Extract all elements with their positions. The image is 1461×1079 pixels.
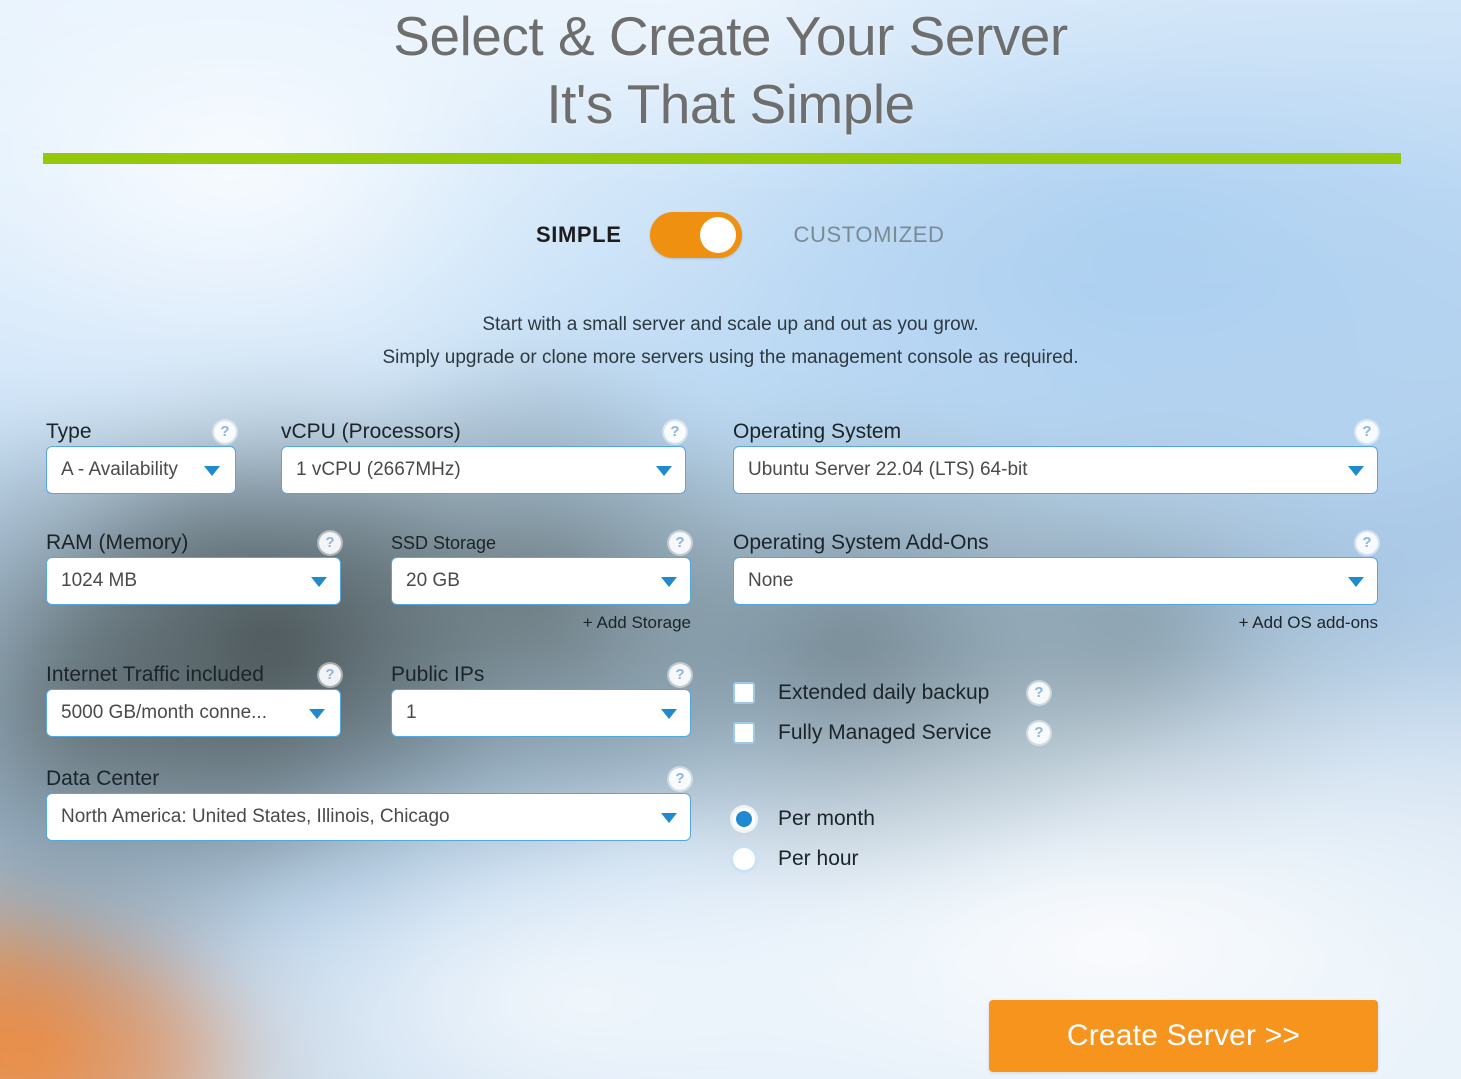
chevron-down-icon bbox=[661, 813, 677, 823]
chevron-down-icon bbox=[311, 577, 327, 587]
help-icon-fully-managed-service[interactable]: ? bbox=[1028, 722, 1050, 744]
radio-row-per-hour[interactable]: Per hour bbox=[733, 839, 1378, 879]
vcpu-select-value: 1 vCPU (2667MHz) bbox=[296, 459, 461, 480]
help-icon-ssd-storage[interactable]: ? bbox=[669, 532, 691, 554]
radio-label-per-hour: Per hour bbox=[778, 847, 859, 870]
field-operating-system: Operating System ? Ubuntu Server 22.04 (… bbox=[733, 418, 1378, 494]
intro-line-1: Start with a small server and scale up a… bbox=[482, 314, 979, 335]
intro-text: Start with a small server and scale up a… bbox=[0, 308, 1461, 374]
vcpu-select[interactable]: 1 vCPU (2667MHz) bbox=[281, 446, 686, 494]
radio-label-per-month: Per month bbox=[778, 807, 875, 830]
checkbox-row-extended-daily-backup[interactable]: Extended daily backup ? bbox=[733, 673, 1378, 713]
help-icon-os-addons[interactable]: ? bbox=[1356, 532, 1378, 554]
chevron-down-icon bbox=[656, 466, 672, 476]
mode-toggle-row: SIMPLE CUSTOMIZED bbox=[0, 212, 1461, 258]
page-content: Select & Create Your Server It's That Si… bbox=[0, 0, 1461, 1079]
form-row-traffic-ips: Internet Traffic included ? 5000 GB/mont… bbox=[46, 661, 691, 737]
mode-toggle-knob bbox=[699, 217, 736, 253]
server-config-form: Type ? A - Availability vCPU (Processors… bbox=[0, 418, 1461, 938]
chevron-down-icon bbox=[661, 577, 677, 587]
field-data-center: Data Center ? North America: United Stat… bbox=[46, 765, 691, 841]
radio-row-per-month[interactable]: Per month bbox=[733, 799, 1378, 839]
mode-label-customized[interactable]: CUSTOMIZED bbox=[742, 222, 1002, 248]
checkbox-extended-daily-backup[interactable] bbox=[733, 682, 755, 704]
field-type: Type ? A - Availability bbox=[46, 418, 236, 494]
internet-traffic-select-value: 5000 GB/month conne... bbox=[61, 702, 267, 723]
form-column-right: Operating System ? Ubuntu Server 22.04 (… bbox=[733, 418, 1378, 879]
intro-line-2: Simply upgrade or clone more servers usi… bbox=[382, 347, 1079, 368]
field-os-addons-label: Operating System Add-Ons bbox=[733, 531, 989, 554]
form-column-left: Type ? A - Availability vCPU (Processors… bbox=[46, 418, 691, 841]
radio-per-hour[interactable] bbox=[733, 848, 755, 870]
form-row-ram-ssd: RAM (Memory) ? 1024 MB SSD Storage ? 20 … bbox=[46, 529, 691, 633]
checkbox-fully-managed-service[interactable] bbox=[733, 722, 755, 744]
field-internet-traffic-label: Internet Traffic included bbox=[46, 663, 264, 686]
type-select[interactable]: A - Availability bbox=[46, 446, 236, 494]
checkbox-label-fully-managed-service: Fully Managed Service bbox=[778, 721, 992, 744]
help-icon-public-ips[interactable]: ? bbox=[669, 664, 691, 686]
field-ssd-storage-label: SSD Storage bbox=[391, 533, 497, 553]
ssd-storage-select[interactable]: 20 GB bbox=[391, 557, 691, 605]
ram-select-value: 1024 MB bbox=[61, 570, 138, 591]
create-server-button[interactable]: Create Server >> bbox=[989, 1000, 1378, 1072]
field-ram-label: RAM (Memory) bbox=[46, 531, 189, 554]
checkbox-row-fully-managed-service[interactable]: Fully Managed Service ? bbox=[733, 713, 1378, 753]
chevron-down-icon bbox=[661, 709, 677, 719]
help-icon-vcpu[interactable]: ? bbox=[664, 421, 686, 443]
page-title-line-2: It's That Simple bbox=[546, 73, 915, 135]
help-icon-data-center[interactable]: ? bbox=[669, 768, 691, 790]
billing-period-radio-group: Per month Per hour bbox=[733, 799, 1378, 879]
help-icon-extended-daily-backup[interactable]: ? bbox=[1028, 682, 1050, 704]
radio-per-month[interactable] bbox=[733, 808, 755, 830]
mode-toggle-switch[interactable] bbox=[649, 212, 742, 258]
public-ips-select-value: 1 bbox=[406, 702, 417, 723]
chevron-down-icon bbox=[1348, 577, 1364, 587]
help-icon-internet-traffic[interactable]: ? bbox=[319, 664, 341, 686]
operating-system-select-value: Ubuntu Server 22.04 (LTS) 64-bit bbox=[748, 459, 1028, 480]
type-select-value: A - Availability bbox=[61, 459, 178, 480]
data-center-select-value: North America: United States, Illinois, … bbox=[61, 806, 450, 827]
help-icon-ram[interactable]: ? bbox=[319, 532, 341, 554]
field-operating-system-label: Operating System bbox=[733, 420, 902, 443]
server-configurator-page: Select & Create Your Server It's That Si… bbox=[0, 0, 1461, 1079]
field-type-label: Type bbox=[46, 420, 92, 443]
field-ram: RAM (Memory) ? 1024 MB bbox=[46, 529, 341, 633]
help-icon-operating-system[interactable]: ? bbox=[1356, 421, 1378, 443]
os-addons-select-value: None bbox=[748, 570, 794, 591]
ssd-storage-select-value: 20 GB bbox=[406, 570, 460, 591]
os-addons-select[interactable]: None bbox=[733, 557, 1378, 605]
checkbox-label-extended-daily-backup: Extended daily backup bbox=[778, 681, 990, 704]
add-storage-link[interactable]: + Add Storage bbox=[391, 613, 691, 633]
chevron-down-icon bbox=[1348, 466, 1364, 476]
field-internet-traffic: Internet Traffic included ? 5000 GB/mont… bbox=[46, 661, 341, 737]
data-center-select[interactable]: North America: United States, Illinois, … bbox=[46, 793, 691, 841]
field-ssd-storage: SSD Storage ? 20 GB + Add Storage bbox=[391, 529, 691, 633]
addon-checkbox-group: Extended daily backup ? Fully Managed Se… bbox=[733, 673, 1378, 753]
page-title: Select & Create Your Server It's That Si… bbox=[0, 0, 1461, 138]
mode-label-simple[interactable]: SIMPLE bbox=[460, 222, 650, 248]
public-ips-select[interactable]: 1 bbox=[391, 689, 691, 737]
operating-system-select[interactable]: Ubuntu Server 22.04 (LTS) 64-bit bbox=[733, 446, 1378, 494]
field-public-ips-label: Public IPs bbox=[391, 663, 485, 686]
page-title-line-1: Select & Create Your Server bbox=[393, 5, 1068, 67]
internet-traffic-select[interactable]: 5000 GB/month conne... bbox=[46, 689, 341, 737]
help-icon-type[interactable]: ? bbox=[214, 421, 236, 443]
field-vcpu: vCPU (Processors) ? 1 vCPU (2667MHz) bbox=[281, 418, 686, 494]
ram-select[interactable]: 1024 MB bbox=[46, 557, 341, 605]
chevron-down-icon bbox=[309, 709, 325, 719]
form-row-data-center: Data Center ? North America: United Stat… bbox=[46, 765, 691, 841]
field-os-addons: Operating System Add-Ons ? None + Add OS… bbox=[733, 529, 1378, 633]
form-row-type-vcpu: Type ? A - Availability vCPU (Processors… bbox=[46, 418, 691, 494]
field-public-ips: Public IPs ? 1 bbox=[391, 661, 691, 737]
field-vcpu-label: vCPU (Processors) bbox=[281, 420, 461, 443]
title-divider bbox=[43, 153, 1401, 164]
add-os-addons-link[interactable]: + Add OS add-ons bbox=[733, 613, 1378, 633]
field-data-center-label: Data Center bbox=[46, 767, 160, 790]
chevron-down-icon bbox=[204, 466, 220, 476]
